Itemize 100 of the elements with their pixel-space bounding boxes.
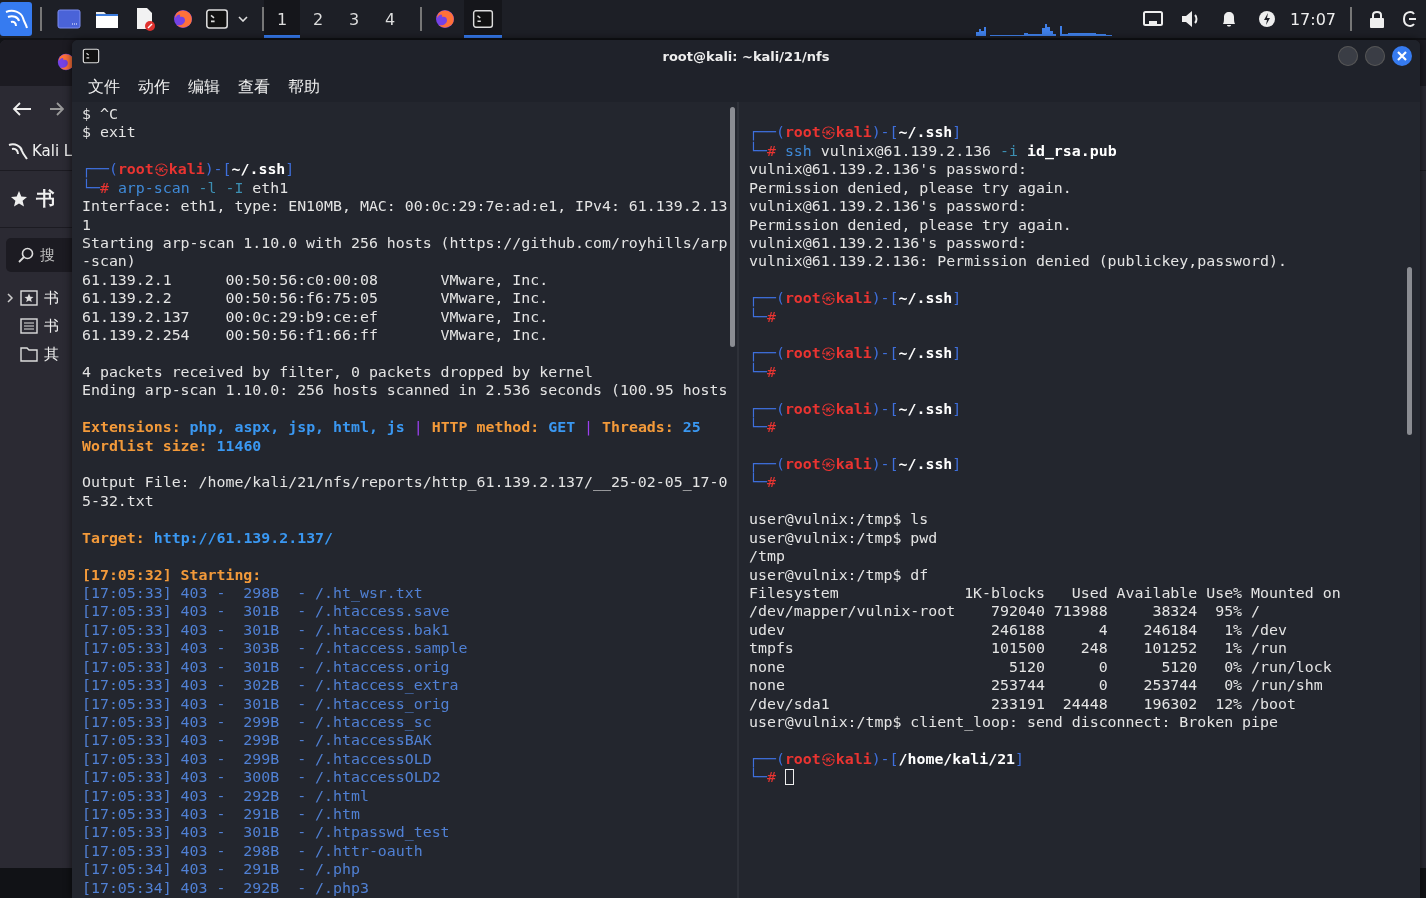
bookmark-folder[interactable]: 书 — [44, 288, 59, 308]
terminal-line: 1 — [82, 215, 91, 234]
menu-item[interactable]: 文件 — [86, 76, 122, 98]
terminal-line: [17:05:34] 403 - 292B - /.php3 — [82, 878, 369, 898]
terminal-line: none 5120 0 5120 0% /run/lock — [749, 657, 1332, 677]
caret-icon — [238, 16, 248, 22]
terminal-line: [17:05:33] 403 - 299B - /.htaccessOLD — [82, 749, 432, 769]
chevron-icon[interactable] — [6, 292, 14, 304]
terminal-line: /dev/sda1 233191 24448 196302 12% /boot — [749, 694, 1296, 713]
terminal-line: [17:05:33] 403 - 302B - /.htaccess_extra — [82, 676, 459, 695]
window-icon — [57, 9, 81, 29]
terminal-line: [17:05:33] 403 - 291B - /.htm — [82, 805, 360, 824]
list-icon — [20, 318, 38, 334]
terminal-line: ┌──(root㉿kali)-[~/.ssh] — [749, 123, 962, 142]
terminal-line: ┌──(root㉿kali)-[/home/kali/21] — [749, 749, 1025, 769]
terminal-line: [17:05:33] 403 - 301B - /.htaccess.orig — [82, 657, 450, 677]
terminal-line: ┌──(root㉿kali)-[~/.ssh] — [749, 399, 962, 419]
terminal-line: [17:05:33] 403 - 299B - /.htaccess_sc — [82, 712, 432, 732]
workspace-button[interactable]: 3 — [336, 0, 372, 38]
bookmark-link[interactable]: Kali L — [32, 142, 73, 160]
bookmark-folder[interactable]: 其 — [44, 344, 59, 364]
taskbar-button[interactable] — [464, 0, 502, 38]
forward-icon[interactable] — [50, 101, 64, 117]
terminal-line: ┌──(root㉿kali)-[~/.ssh] — [749, 289, 962, 308]
terminal-line: └─# — [749, 362, 776, 382]
terminal-line: tmpfs 101500 248 101252 1% /run — [749, 639, 1287, 658]
terminal-icon — [82, 47, 100, 65]
terminal-line: /dev/mapper/vulnix-root 792040 713988 38324 95% / — [749, 602, 1260, 621]
dragon-icon — [8, 142, 28, 160]
terminal-line: 61.139.2.2 00:50:56:f6:75:05 VMware, Inc. — [82, 289, 549, 308]
close-icon — [1397, 51, 1407, 61]
terminal-line: 61.139.2.137 00:0c:29:b9:ce:ef VMware, Inc. — [82, 307, 549, 327]
terminal-line: Extensions: php, aspx, jsp, html, js | HTTP method: GET | Threads: 25 — [82, 418, 701, 437]
terminal-line: user@vulnix:/tmp$ pwd — [749, 528, 938, 548]
search-icon — [18, 247, 34, 263]
browser-icon — [434, 8, 456, 30]
terminal-line: udev 246188 4 246184 1% /dev — [749, 620, 1287, 640]
folder-icon — [95, 9, 119, 29]
terminal-line: Output File: /home/kali/21/nfs/reports/http_61.139.2.137/__25-02-05_17-0 — [82, 473, 728, 492]
terminal-line: [17:05:33] 403 - 303B - /.htaccess.sample — [82, 639, 468, 658]
terminal-line: /tmp — [749, 547, 785, 566]
terminal-line: ┌──(root㉿kali)-[~/.ssh] — [82, 160, 295, 179]
terminal-line: [17:05:33] 403 - 292B - /.html — [82, 786, 369, 806]
back-icon[interactable] — [12, 101, 32, 117]
terminal-line: Filesystem 1K-blocks Used Available Use% Mounted on — [749, 583, 1341, 603]
terminal-line: [17:05:33] 403 - 301B - /.htaccess.save — [82, 602, 450, 621]
terminal-line: Starting arp-scan 1.10.0 with 256 hosts (https://github.com/royhills/arp — [82, 233, 728, 253]
document-icon — [134, 7, 156, 31]
bookmark-folder[interactable]: 书 — [44, 316, 59, 336]
workspace-button[interactable]: 4 — [372, 0, 408, 38]
clock[interactable]: 17:07 — [1289, 9, 1336, 29]
star-icon — [10, 190, 28, 208]
terminal-line: Interface: eth1, type: EN10MB, MAC: 00:0c:29:7e:ad:e1, IPv4: 61.139.2.13 — [82, 197, 728, 216]
window-title: root@kali: ~kali/21/nfs — [662, 48, 830, 64]
scrollbar-thumb[interactable] — [1407, 267, 1412, 435]
app-menu-button[interactable] — [0, 2, 32, 36]
terminal-line: 61.139.2.254 00:50:56:f1:66:ff VMware, Inc. — [82, 326, 549, 345]
terminal-line: vulnix@61.139.2.136's password: — [749, 233, 1027, 253]
browser-icon — [172, 8, 194, 30]
terminal-line: Permission denied, please try again. — [749, 178, 1072, 198]
terminal-icon — [472, 8, 494, 30]
scrollbar-thumb[interactable] — [730, 107, 735, 347]
terminal-line: [17:05:33] 403 - 301B - /.htaccess_orig — [82, 694, 450, 713]
terminal-line: Permission denied, please try again. — [749, 215, 1072, 234]
terminal-line: [17:05:32] Starting: — [82, 565, 262, 584]
terminal-icon — [205, 7, 229, 31]
terminal-line: Ending arp-scan 1.10.0: 256 hosts scanned in 2.536 seconds (100.95 hosts — [82, 381, 728, 400]
terminal-line: [17:05:33] 403 - 299B - /.htaccessBAK — [82, 731, 432, 750]
terminal-line: └─# — [749, 473, 776, 492]
close-button[interactable] — [1392, 46, 1412, 66]
terminal-line: [17:05:33] 403 - 300B - /.htaccessOLD2 — [82, 768, 441, 787]
terminal-line: Target: http://61.139.2.137/ — [82, 528, 334, 548]
terminal-line: [17:05:33] 403 - 301B - /.htaccess.bak1 — [82, 620, 450, 640]
terminal-line: 4 packets received by filter, 0 packets dropped by kernel — [82, 362, 593, 382]
menu-item[interactable]: 编辑 — [186, 76, 222, 98]
menu-item[interactable]: 查看 — [236, 76, 272, 98]
workspace-button[interactable]: 1 — [264, 0, 300, 38]
terminal-line: [17:05:34] 403 - 291B - /.php — [82, 860, 360, 879]
text-cursor — [784, 769, 794, 786]
terminal-line: └─# arp-scan -l -I eth1 — [82, 178, 289, 198]
terminal-line: user@vulnix:/tmp$ df — [749, 565, 929, 584]
terminal-line: vulnix@61.139.2.136: Permission denied (publickey,password). — [749, 252, 1287, 271]
terminal-line: vulnix@61.139.2.136's password: — [749, 197, 1027, 216]
folder-icon — [20, 346, 38, 362]
terminal-line: ┌──(root㉿kali)-[~/.ssh] — [749, 455, 962, 474]
menu-item[interactable]: 动作 — [136, 76, 172, 98]
terminal-line: [17:05:33] 403 - 298B - /.httr-oauth — [82, 841, 423, 861]
terminal-line: ┌──(root㉿kali)-[~/.ssh] — [749, 344, 962, 363]
terminal-line: 5-32.txt — [82, 491, 154, 511]
terminal-line: 61.139.2.1 00:50:56:c0:00:08 VMware, Inc. — [82, 270, 549, 290]
terminal-line: vulnix@61.139.2.136's password: — [749, 160, 1027, 179]
terminal-line: -scan) — [82, 252, 136, 271]
terminal-line: Wordlist size: 11460 — [82, 436, 262, 455]
workspace-button[interactable]: 2 — [300, 0, 336, 38]
menu-item[interactable]: 帮助 — [286, 76, 322, 98]
terminal-line: [17:05:33] 403 - 298B - /.ht_wsr.txt — [82, 583, 423, 603]
terminal-line: user@vulnix:/tmp$ ls — [749, 510, 929, 529]
starred-page-icon — [20, 290, 38, 306]
terminal-line: └─# ssh vulnix@61.139.2.136 -i id_rsa.pub — [749, 141, 1117, 161]
terminal-line: $ ^C — [82, 105, 118, 124]
